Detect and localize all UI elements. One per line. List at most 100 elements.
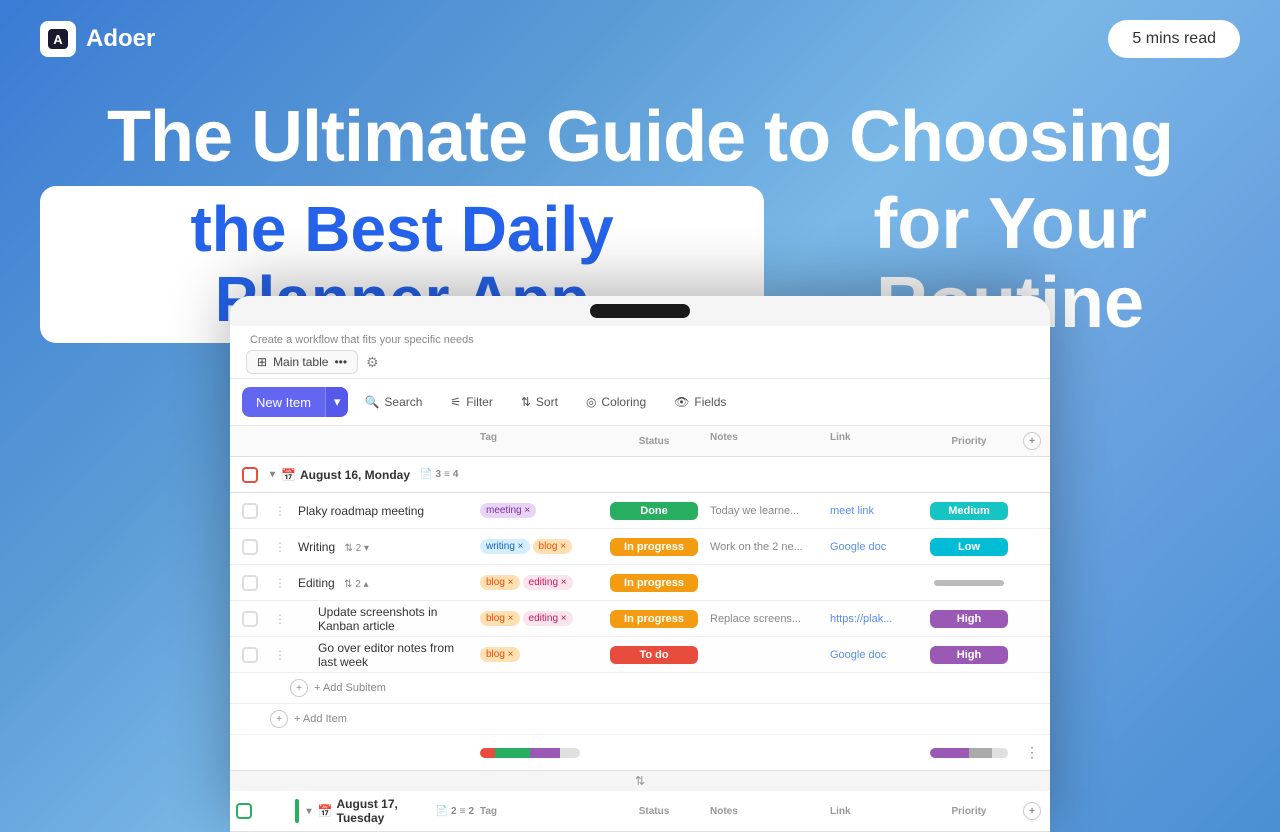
group-date-icon: 📅 bbox=[281, 468, 296, 482]
main-table-tab[interactable]: ⊞ Main table ••• bbox=[246, 350, 358, 374]
filter-button[interactable]: ⚟ Filter bbox=[438, 389, 504, 415]
table-row: ⋮ Update screenshots in Kanban article b… bbox=[230, 601, 1050, 637]
search-icon: 🔍 bbox=[364, 395, 379, 409]
scroll-up-down-icon[interactable]: ⇅ bbox=[635, 774, 645, 788]
row3-priority[interactable] bbox=[924, 580, 1014, 586]
drag-icon: ⋮ bbox=[274, 504, 286, 518]
logo-icon: A bbox=[40, 21, 76, 57]
settings-icon[interactable]: ⚙ bbox=[366, 354, 379, 371]
row2-notes: Work on the 2 ne... bbox=[704, 541, 824, 553]
add-item-label: + Add Item bbox=[294, 713, 347, 725]
row2-priority[interactable]: Low bbox=[924, 538, 1014, 556]
row4-link[interactable]: https://plak... bbox=[824, 613, 924, 625]
checkbox-icon bbox=[242, 539, 258, 555]
add-subitem-row[interactable]: + + Add Subitem bbox=[230, 673, 1050, 704]
row2-name[interactable]: Writing ⇅ 2 ▾ bbox=[290, 540, 474, 554]
sort-button[interactable]: ⇅ Sort bbox=[509, 389, 570, 415]
checkbox-icon bbox=[242, 575, 258, 591]
subitem2-icon: ≡ bbox=[460, 806, 466, 817]
row5-check[interactable] bbox=[230, 647, 270, 663]
filter-icon: ⚟ bbox=[450, 395, 461, 409]
add-column-icon[interactable]: + bbox=[1023, 432, 1041, 450]
row4-drag: ⋮ bbox=[270, 612, 290, 626]
drag-icon: ⋮ bbox=[274, 576, 286, 590]
date2-add-col[interactable]: + bbox=[1014, 802, 1050, 820]
table-row: ⋮ Plaky roadmap meeting meeting × Done T… bbox=[230, 493, 1050, 529]
row4-name[interactable]: Update screenshots in Kanban article bbox=[290, 605, 474, 633]
row1-link[interactable]: meet link bbox=[824, 505, 924, 517]
row5-link[interactable]: Google doc bbox=[824, 649, 924, 661]
group-chevron[interactable]: ▾ bbox=[270, 469, 275, 480]
coloring-button[interactable]: ◎ Coloring bbox=[574, 389, 658, 415]
tag-editing[interactable]: editing × bbox=[523, 611, 573, 626]
fields-button[interactable]: 👁 Fields bbox=[662, 389, 738, 415]
th-name bbox=[290, 426, 474, 456]
row1-notes: Today we learne... bbox=[704, 505, 824, 517]
row4-priority[interactable]: High bbox=[924, 610, 1014, 628]
read-time-badge: 5 mins read bbox=[1108, 20, 1240, 58]
row3-drag: ⋮ bbox=[270, 576, 290, 590]
tag-blog[interactable]: blog × bbox=[480, 575, 520, 590]
coloring-icon: ◎ bbox=[586, 395, 596, 409]
tag-writing[interactable]: writing × bbox=[480, 539, 530, 554]
row5-priority[interactable]: High bbox=[924, 646, 1014, 664]
tag-blog[interactable]: blog × bbox=[480, 611, 520, 626]
row5-status[interactable]: To do bbox=[604, 646, 704, 664]
tag-editing[interactable]: editing × bbox=[523, 575, 573, 590]
row5-name[interactable]: Go over editor notes from last week bbox=[290, 641, 474, 669]
new-item-dropdown-arrow[interactable]: ▾ bbox=[325, 387, 349, 417]
add-item-row[interactable]: + + Add Item bbox=[230, 704, 1050, 735]
row1-name[interactable]: Plaky roadmap meeting bbox=[290, 504, 474, 518]
group2-checkbox[interactable] bbox=[236, 803, 252, 819]
date-group-row-1: ▾ 📅 August 16, Monday 📄 3 ≡ 4 bbox=[230, 457, 1050, 493]
priority-low: Low bbox=[930, 538, 1008, 556]
row3-status[interactable]: In progress bbox=[604, 574, 704, 592]
th-link: Link bbox=[824, 426, 924, 456]
checkbox-icon bbox=[242, 611, 258, 627]
app-header-top: ⊞ Main table ••• ⚙ bbox=[246, 350, 1034, 374]
table-icon: ⊞ bbox=[257, 355, 267, 369]
row4-tags: blog × editing × bbox=[474, 611, 604, 626]
th-priority: Priority bbox=[924, 426, 1014, 456]
drag-icon: ⋮ bbox=[274, 612, 286, 626]
row1-priority[interactable]: Medium bbox=[924, 502, 1014, 520]
row4-status[interactable]: In progress bbox=[604, 610, 704, 628]
th-notes2: Notes bbox=[710, 806, 738, 817]
date2-status-col: Status bbox=[604, 806, 704, 817]
row4-check[interactable] bbox=[230, 611, 270, 627]
row1-check[interactable] bbox=[230, 503, 270, 519]
row3-check[interactable] bbox=[230, 575, 270, 591]
add-col2-icon[interactable]: + bbox=[1023, 802, 1041, 820]
tablet-top-bar bbox=[230, 296, 1050, 326]
group2-files: 📄 2 ≡ 2 bbox=[436, 806, 474, 817]
subcount: ⇅ 2 ▴ bbox=[344, 579, 369, 590]
row2-check[interactable] bbox=[230, 539, 270, 555]
th-priority2: Priority bbox=[951, 806, 986, 817]
table-label: Main table bbox=[273, 355, 328, 369]
table-row: ⋮ Writing ⇅ 2 ▾ writing × blog × In prog… bbox=[230, 529, 1050, 565]
row2-status[interactable]: In progress bbox=[604, 538, 704, 556]
group2-chevron[interactable]: ▾ bbox=[307, 806, 312, 817]
tag-blog[interactable]: blog × bbox=[480, 647, 520, 662]
row2-link[interactable]: Google doc bbox=[824, 541, 924, 553]
new-item-button[interactable]: New Item ▾ bbox=[242, 387, 348, 417]
more-icon[interactable]: ⋮ bbox=[1025, 744, 1039, 761]
date-bar-green bbox=[295, 799, 299, 823]
workflow-hint: Create a workflow that fits your specifi… bbox=[246, 334, 1034, 346]
th-tag2: Tag bbox=[480, 806, 497, 817]
hero-title-line1: The Ultimate Guide to Choosing bbox=[40, 98, 1240, 177]
file2-icon: 📄 bbox=[436, 806, 448, 817]
th-add[interactable]: + bbox=[1014, 426, 1050, 456]
tag-blog[interactable]: blog × bbox=[533, 539, 573, 554]
row3-tags: blog × editing × bbox=[474, 575, 604, 590]
progress-more[interactable]: ⋮ bbox=[1014, 744, 1050, 761]
th-status: Status bbox=[604, 426, 704, 456]
filter-label: Filter bbox=[466, 395, 493, 409]
group-checkbox[interactable] bbox=[230, 467, 270, 483]
tag-meeting[interactable]: meeting × bbox=[480, 503, 536, 518]
row1-status[interactable]: Done bbox=[604, 502, 704, 520]
search-button[interactable]: 🔍 Search bbox=[352, 389, 434, 415]
date2-link-col: Link bbox=[824, 805, 924, 817]
row3-name[interactable]: Editing ⇅ 2 ▴ bbox=[290, 576, 474, 590]
row1-tags: meeting × bbox=[474, 503, 604, 518]
